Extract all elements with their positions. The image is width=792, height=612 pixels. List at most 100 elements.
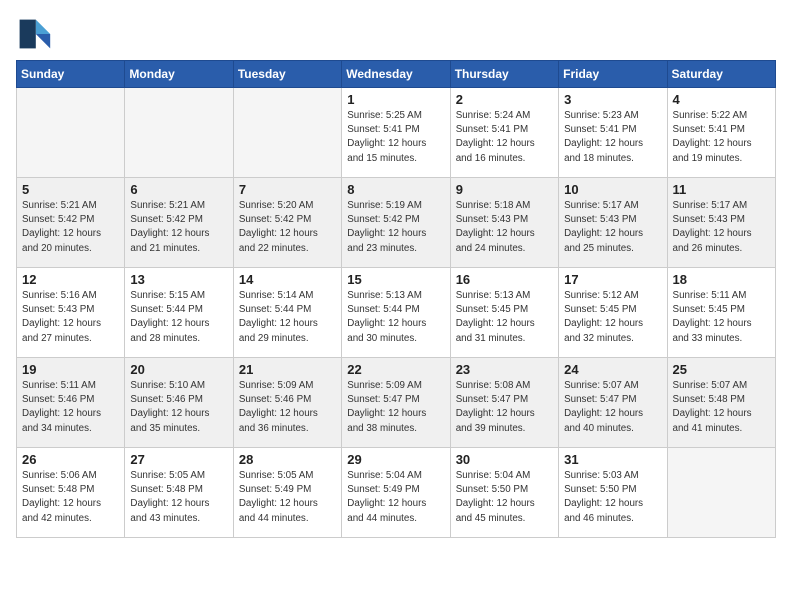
calendar-day-cell: 7Sunrise: 5:20 AM Sunset: 5:42 PM Daylig…	[233, 178, 341, 268]
calendar-day-cell: 15 Sunrise: 5:13 AM Sunset: 5:44 PM Dayli…	[342, 268, 450, 358]
calendar-day-cell: 3 Sunrise: 5:23 AM Sunset: 5:41 PM Daylig…	[559, 88, 667, 178]
day-info: Sunrise: 5:08 AM Sunset: 5:47 PM Dayligh…	[456, 379, 553, 436]
day-info: Sunrise: 5:09 AM Sunset: 5:46 PM Dayligh…	[239, 379, 336, 436]
day-number: 22	[347, 362, 444, 377]
day-info: Sunrise: 5:18 AM Sunset: 5:43 PM Dayligh…	[456, 199, 553, 256]
calendar-day-cell: 18 Sunrise: 5:11 AM Sunset: 5:45 PM Dayli…	[667, 268, 775, 358]
day-number: 31	[564, 452, 661, 467]
day-info: Sunrise: 5:11 AM Sunset: 5:46 PM Dayligh…	[22, 379, 119, 436]
day-number: 11	[673, 182, 770, 197]
calendar-day-cell: 16 Sunrise: 5:13 AM Sunset: 5:45 PM Dayli…	[450, 268, 558, 358]
calendar-day-cell: 17 Sunrise: 5:12 AM Sunset: 5:45 PM Dayli…	[559, 268, 667, 358]
day-number: 30	[456, 452, 553, 467]
day-number: 2	[456, 92, 553, 107]
calendar-day-cell: 27 Sunrise: 5:05 AM Sunset: 5:48 PM Dayli…	[125, 448, 233, 538]
day-number: 5	[22, 182, 119, 197]
calendar: SundayMondayTuesdayWednesdayThursdayFrid…	[16, 60, 776, 538]
calendar-day-cell: 10Sunrise: 5:17 AM Sunset: 5:43 PM Dayli…	[559, 178, 667, 268]
day-info: Sunrise: 5:14 AM Sunset: 5:44 PM Dayligh…	[239, 289, 336, 346]
day-info: Sunrise: 5:05 AM Sunset: 5:48 PM Dayligh…	[130, 469, 227, 526]
day-number: 28	[239, 452, 336, 467]
calendar-day-cell: 9 Sunrise: 5:18 AM Sunset: 5:43 PM Daylig…	[450, 178, 558, 268]
day-info: Sunrise: 5:07 AM Sunset: 5:48 PM Dayligh…	[673, 379, 770, 436]
calendar-day-cell: 2 Sunrise: 5:24 AM Sunset: 5:41 PM Daylig…	[450, 88, 558, 178]
day-number: 16	[456, 272, 553, 287]
day-number: 27	[130, 452, 227, 467]
calendar-day-cell: 30 Sunrise: 5:04 AM Sunset: 5:50 PM Dayli…	[450, 448, 558, 538]
day-info: Sunrise: 5:15 AM Sunset: 5:44 PM Dayligh…	[130, 289, 227, 346]
calendar-header-row: SundayMondayTuesdayWednesdayThursdayFrid…	[17, 61, 776, 88]
day-header-sunday: Sunday	[17, 61, 125, 88]
calendar-day-cell: 24Sunrise: 5:07 AM Sunset: 5:47 PM Dayli…	[559, 358, 667, 448]
day-info: Sunrise: 5:12 AM Sunset: 5:45 PM Dayligh…	[564, 289, 661, 346]
day-number: 9	[456, 182, 553, 197]
day-number: 21	[239, 362, 336, 377]
calendar-week-row: 1 Sunrise: 5:25 AM Sunset: 5:41 PM Daylig…	[17, 88, 776, 178]
day-number: 13	[130, 272, 227, 287]
calendar-day-cell	[233, 88, 341, 178]
calendar-day-cell: 5 Sunrise: 5:21 AM Sunset: 5:42 PM Daylig…	[17, 178, 125, 268]
day-number: 18	[673, 272, 770, 287]
calendar-day-cell: 31Sunrise: 5:03 AM Sunset: 5:50 PM Dayli…	[559, 448, 667, 538]
day-number: 12	[22, 272, 119, 287]
calendar-day-cell: 1 Sunrise: 5:25 AM Sunset: 5:41 PM Daylig…	[342, 88, 450, 178]
day-info: Sunrise: 5:25 AM Sunset: 5:41 PM Dayligh…	[347, 109, 444, 166]
day-header-saturday: Saturday	[667, 61, 775, 88]
calendar-day-cell: 4 Sunrise: 5:22 AM Sunset: 5:41 PM Daylig…	[667, 88, 775, 178]
day-info: Sunrise: 5:04 AM Sunset: 5:49 PM Dayligh…	[347, 469, 444, 526]
logo-icon	[16, 16, 52, 52]
day-number: 8	[347, 182, 444, 197]
calendar-day-cell: 28 Sunrise: 5:05 AM Sunset: 5:49 PM Dayli…	[233, 448, 341, 538]
day-number: 26	[22, 452, 119, 467]
day-number: 6	[130, 182, 227, 197]
day-number: 15	[347, 272, 444, 287]
day-info: Sunrise: 5:05 AM Sunset: 5:49 PM Dayligh…	[239, 469, 336, 526]
day-number: 7	[239, 182, 336, 197]
day-number: 19	[22, 362, 119, 377]
day-info: Sunrise: 5:09 AM Sunset: 5:47 PM Dayligh…	[347, 379, 444, 436]
day-info: Sunrise: 5:06 AM Sunset: 5:48 PM Dayligh…	[22, 469, 119, 526]
calendar-week-row: 19 Sunrise: 5:11 AM Sunset: 5:46 PM Dayli…	[17, 358, 776, 448]
calendar-week-row: 12 Sunrise: 5:16 AM Sunset: 5:43 PM Dayli…	[17, 268, 776, 358]
day-number: 17	[564, 272, 661, 287]
day-header-friday: Friday	[559, 61, 667, 88]
day-number: 29	[347, 452, 444, 467]
calendar-day-cell	[667, 448, 775, 538]
day-info: Sunrise: 5:19 AM Sunset: 5:42 PM Dayligh…	[347, 199, 444, 256]
calendar-day-cell: 12 Sunrise: 5:16 AM Sunset: 5:43 PM Dayli…	[17, 268, 125, 358]
day-info: Sunrise: 5:07 AM Sunset: 5:47 PM Dayligh…	[564, 379, 661, 436]
day-info: Sunrise: 5:21 AM Sunset: 5:42 PM Dayligh…	[130, 199, 227, 256]
calendar-day-cell	[17, 88, 125, 178]
day-number: 20	[130, 362, 227, 377]
calendar-day-cell: 8 Sunrise: 5:19 AM Sunset: 5:42 PM Daylig…	[342, 178, 450, 268]
day-header-thursday: Thursday	[450, 61, 558, 88]
day-number: 4	[673, 92, 770, 107]
calendar-week-row: 26 Sunrise: 5:06 AM Sunset: 5:48 PM Dayli…	[17, 448, 776, 538]
day-info: Sunrise: 5:23 AM Sunset: 5:41 PM Dayligh…	[564, 109, 661, 166]
day-info: Sunrise: 5:13 AM Sunset: 5:45 PM Dayligh…	[456, 289, 553, 346]
calendar-day-cell: 19 Sunrise: 5:11 AM Sunset: 5:46 PM Dayli…	[17, 358, 125, 448]
page-header	[16, 16, 776, 52]
day-info: Sunrise: 5:17 AM Sunset: 5:43 PM Dayligh…	[564, 199, 661, 256]
day-info: Sunrise: 5:04 AM Sunset: 5:50 PM Dayligh…	[456, 469, 553, 526]
calendar-day-cell: 22 Sunrise: 5:09 AM Sunset: 5:47 PM Dayli…	[342, 358, 450, 448]
day-number: 14	[239, 272, 336, 287]
day-info: Sunrise: 5:11 AM Sunset: 5:45 PM Dayligh…	[673, 289, 770, 346]
day-number: 3	[564, 92, 661, 107]
calendar-day-cell: 13 Sunrise: 5:15 AM Sunset: 5:44 PM Dayli…	[125, 268, 233, 358]
calendar-day-cell: 6 Sunrise: 5:21 AM Sunset: 5:42 PM Daylig…	[125, 178, 233, 268]
day-info: Sunrise: 5:16 AM Sunset: 5:43 PM Dayligh…	[22, 289, 119, 346]
day-info: Sunrise: 5:13 AM Sunset: 5:44 PM Dayligh…	[347, 289, 444, 346]
calendar-day-cell: 23Sunrise: 5:08 AM Sunset: 5:47 PM Dayli…	[450, 358, 558, 448]
calendar-day-cell: 20Sunrise: 5:10 AM Sunset: 5:46 PM Dayli…	[125, 358, 233, 448]
calendar-day-cell: 14 Sunrise: 5:14 AM Sunset: 5:44 PM Dayli…	[233, 268, 341, 358]
day-info: Sunrise: 5:21 AM Sunset: 5:42 PM Dayligh…	[22, 199, 119, 256]
day-number: 1	[347, 92, 444, 107]
day-info: Sunrise: 5:24 AM Sunset: 5:41 PM Dayligh…	[456, 109, 553, 166]
day-header-wednesday: Wednesday	[342, 61, 450, 88]
calendar-day-cell: 25Sunrise: 5:07 AM Sunset: 5:48 PM Dayli…	[667, 358, 775, 448]
calendar-week-row: 5 Sunrise: 5:21 AM Sunset: 5:42 PM Daylig…	[17, 178, 776, 268]
day-info: Sunrise: 5:22 AM Sunset: 5:41 PM Dayligh…	[673, 109, 770, 166]
calendar-day-cell: 11Sunrise: 5:17 AM Sunset: 5:43 PM Dayli…	[667, 178, 775, 268]
calendar-day-cell	[125, 88, 233, 178]
